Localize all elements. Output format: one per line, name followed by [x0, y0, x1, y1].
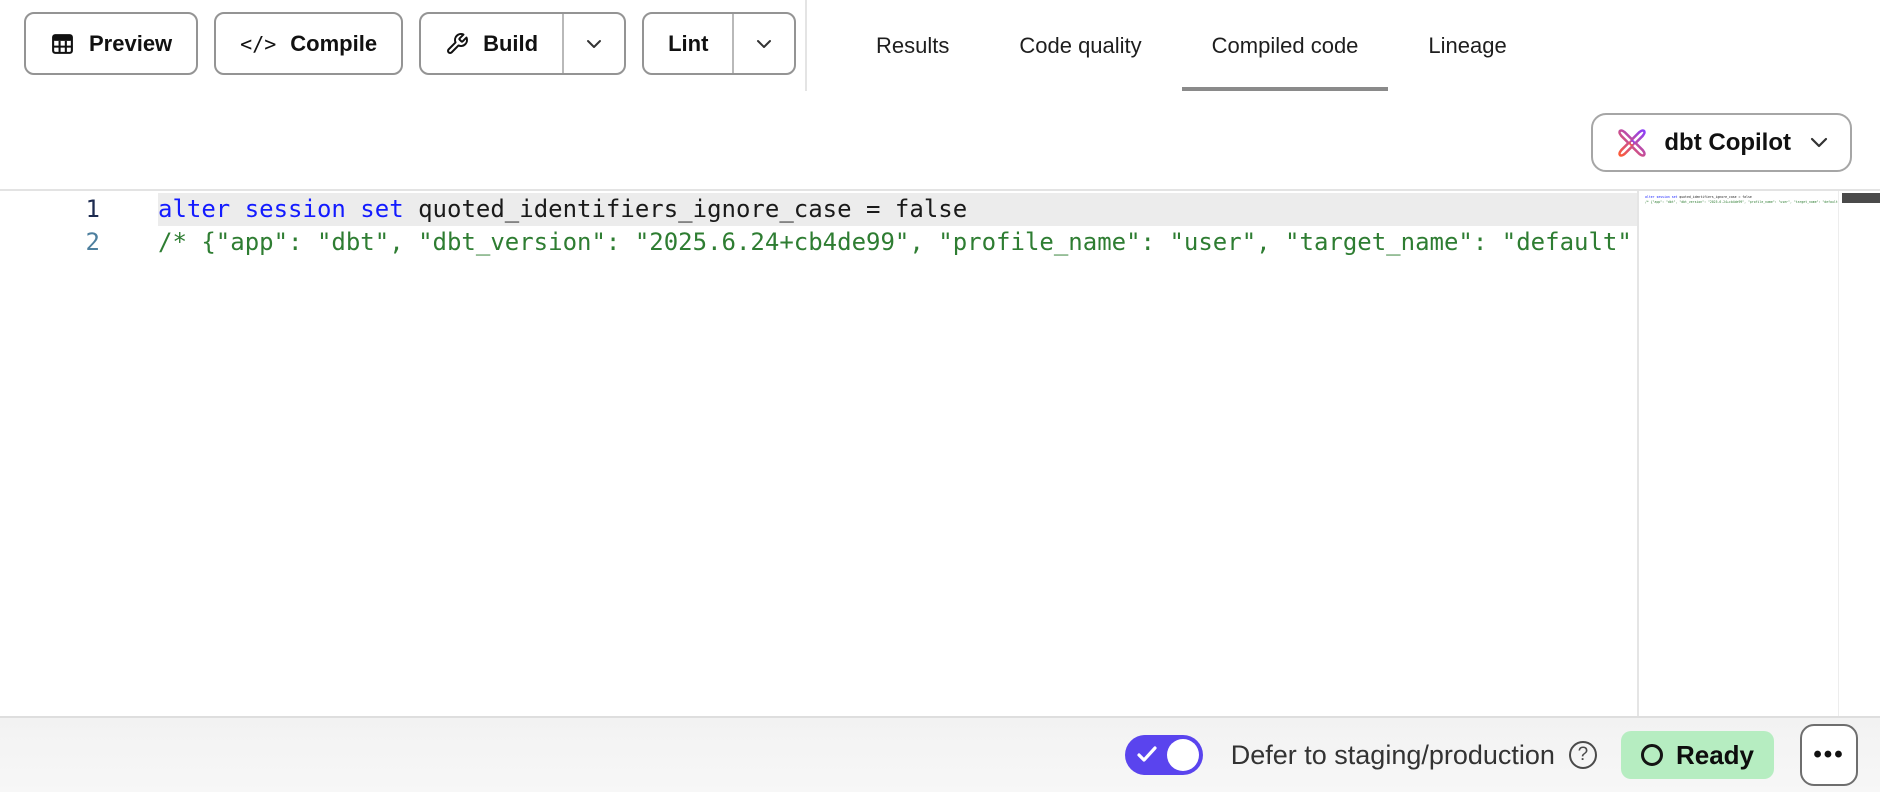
- lint-button-label: Lint: [668, 31, 708, 57]
- tab-results[interactable]: Results: [846, 0, 979, 91]
- lint-dropdown-button[interactable]: [732, 14, 794, 73]
- minimap-line: /* {"app": "dbt", "dbt_version": "2025.6…: [1645, 200, 1836, 205]
- tab-label: Compiled code: [1212, 33, 1359, 59]
- top-toolbar: Preview </> Compile Build: [0, 0, 1880, 91]
- preview-button[interactable]: Preview: [24, 12, 198, 75]
- defer-toggle[interactable]: [1125, 735, 1203, 775]
- lint-split-button: Lint: [642, 12, 796, 75]
- build-split-button: Build: [419, 12, 626, 75]
- toolbar-divider: [805, 0, 807, 91]
- chevron-down-icon: [1810, 137, 1828, 148]
- code-line[interactable]: 1 alter session set quoted_identifiers_ig…: [0, 193, 1637, 226]
- tab-code-quality[interactable]: Code quality: [989, 0, 1171, 91]
- code-area[interactable]: 1 alter session set quoted_identifiers_ig…: [0, 191, 1637, 716]
- tab-lineage[interactable]: Lineage: [1398, 0, 1536, 91]
- build-dropdown-button[interactable]: [562, 14, 624, 73]
- tab-label: Lineage: [1428, 33, 1506, 59]
- scrollbar-thumb[interactable]: [1842, 193, 1880, 203]
- defer-label: Defer to staging/production: [1231, 740, 1555, 771]
- check-icon: [1137, 746, 1157, 763]
- compile-button[interactable]: </> Compile: [214, 12, 403, 75]
- preview-button-label: Preview: [89, 31, 172, 57]
- line-text: /* {"app": "dbt", "dbt_version": "2025.6…: [158, 226, 1637, 259]
- code-line[interactable]: 2 /* {"app": "dbt", "dbt_version": "2025.…: [0, 226, 1637, 259]
- dbt-copilot-label: dbt Copilot: [1664, 129, 1791, 157]
- toggle-knob: [1167, 739, 1199, 771]
- status-circle-icon: [1641, 744, 1663, 766]
- ready-status-badge: Ready: [1621, 731, 1774, 779]
- minimap-content: alter session set quoted_identifiers_ign…: [1645, 195, 1836, 205]
- status-bar: Defer to staging/production ? Ready •••: [0, 716, 1880, 792]
- line-number: 2: [0, 226, 100, 259]
- result-tabs: Results Code quality Compiled code Linea…: [846, 0, 1537, 91]
- help-icon[interactable]: ?: [1569, 741, 1597, 769]
- tab-label: Code quality: [1019, 33, 1141, 59]
- line-text: alter session set quoted_identifiers_ign…: [158, 193, 1637, 226]
- compile-button-label: Compile: [290, 31, 377, 57]
- code-token-plain: quoted_identifiers_ignore_case = false: [418, 195, 967, 223]
- compiled-code-editor: 1 alter session set quoted_identifiers_ig…: [0, 189, 1880, 716]
- code-lines: 1 alter session set quoted_identifiers_ig…: [0, 193, 1637, 259]
- wrench-icon: [445, 32, 469, 56]
- editor-header: dbt Copilot: [0, 91, 1880, 189]
- action-buttons: Preview </> Compile Build: [24, 12, 796, 75]
- editor-scrollbar[interactable]: [1838, 191, 1880, 716]
- line-number: 1: [0, 193, 100, 226]
- build-button[interactable]: Build: [421, 14, 562, 73]
- minimap[interactable]: alter session set quoted_identifiers_ign…: [1637, 191, 1880, 716]
- tab-label: Results: [876, 33, 949, 59]
- code-token-keyword: alter session set: [158, 195, 418, 223]
- tab-compiled-code[interactable]: Compiled code: [1182, 0, 1389, 91]
- chevron-down-icon: [756, 39, 772, 49]
- dbt-copilot-button[interactable]: dbt Copilot: [1591, 113, 1852, 172]
- code-brackets-icon: </>: [240, 32, 276, 56]
- chevron-down-icon: [586, 39, 602, 49]
- table-icon: [50, 31, 75, 56]
- ready-label: Ready: [1676, 740, 1754, 771]
- code-token-comment: /* {"app": "dbt", "dbt_version": "2025.6…: [158, 228, 1632, 256]
- more-options-button[interactable]: •••: [1800, 724, 1858, 786]
- build-button-label: Build: [483, 31, 538, 57]
- dbt-copilot-icon: [1615, 126, 1649, 160]
- lint-button[interactable]: Lint: [644, 14, 732, 73]
